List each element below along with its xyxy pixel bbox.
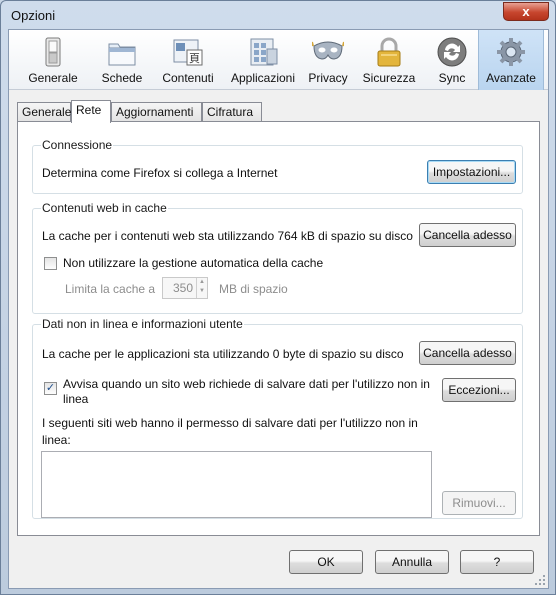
- button-label: Impostazioni...: [432, 165, 511, 179]
- group-title: Connessione: [41, 138, 114, 152]
- sync-icon: [437, 37, 467, 67]
- resize-grip-icon[interactable]: [534, 574, 546, 586]
- group-title: Contenuti web in cache: [41, 201, 168, 215]
- toolbar-label: Applicazioni: [230, 71, 296, 85]
- offline-cache-usage: La cache per le applicazioni sta utilizz…: [42, 347, 404, 361]
- close-icon: x: [522, 4, 530, 19]
- clear-offline-cache-button[interactable]: Cancella adesso: [419, 341, 516, 365]
- notify-offline-label-line2[interactable]: linea: [63, 392, 88, 406]
- connection-group: Connessione Determina come Firefox si co…: [32, 138, 523, 194]
- notify-offline-checkbox[interactable]: ✓: [44, 382, 57, 395]
- tab-cifratura[interactable]: Cifratura: [202, 102, 262, 122]
- applications-icon: [250, 38, 278, 66]
- connection-description: Determina come Firefox si collega a Inte…: [42, 166, 278, 180]
- allowed-sites-label-line1: I seguenti siti web hanno il permesso di…: [42, 416, 418, 430]
- dialog-body: Generale Schede 頁 Contenuti Applicazioni…: [8, 29, 549, 589]
- checkmark-icon: ✓: [45, 382, 56, 394]
- toolbar-item-privacy[interactable]: Privacy: [302, 30, 354, 90]
- remove-button: Rimuovi...: [442, 491, 516, 515]
- window-title: Opzioni: [11, 8, 56, 23]
- cache-limit-unit: MB di spazio: [219, 282, 288, 296]
- button-label: OK: [317, 555, 335, 569]
- mask-icon: [312, 41, 344, 60]
- button-label: Cancella adesso: [423, 228, 512, 242]
- override-cache-label[interactable]: Non utilizzare la gestione automatica de…: [63, 256, 323, 270]
- gear-icon: [497, 38, 525, 66]
- toolbar-label: Generale: [28, 71, 78, 85]
- close-button[interactable]: x: [503, 2, 549, 21]
- toolbar-item-sync[interactable]: Sync: [427, 30, 477, 90]
- tab-panel-rete: Connessione Determina come Firefox si co…: [17, 121, 540, 536]
- settings-button[interactable]: Impostazioni...: [427, 160, 516, 184]
- allowed-sites-list[interactable]: [41, 451, 432, 518]
- offline-data-group: Dati non in linea e informazioni utente …: [32, 317, 523, 519]
- toolbar-label: Schede: [101, 71, 143, 85]
- spinner-arrows-icon[interactable]: ▲ ▼: [196, 278, 207, 298]
- clear-web-cache-button[interactable]: Cancella adesso: [419, 223, 516, 247]
- override-cache-checkbox[interactable]: [44, 257, 57, 270]
- toolbar-item-applicazioni[interactable]: Applicazioni: [221, 30, 305, 90]
- button-label: ?: [493, 555, 501, 569]
- group-title: Dati non in linea e informazioni utente: [41, 317, 244, 331]
- ok-button[interactable]: OK: [289, 550, 363, 574]
- cache-limit-spinner[interactable]: 350 ▲ ▼: [162, 277, 208, 299]
- toolbar-item-generale[interactable]: Generale: [17, 30, 89, 90]
- button-label: Annulla: [391, 555, 433, 569]
- toolbar-item-schede[interactable]: Schede: [89, 30, 155, 90]
- web-cache-group: Contenuti web in cache La cache per i co…: [32, 201, 523, 314]
- toolbar-label: Avanzate: [486, 71, 536, 85]
- tab-rete[interactable]: Rete: [71, 100, 111, 123]
- cache-limit-value: 350: [172, 281, 193, 295]
- button-label: Cancella adesso: [423, 346, 512, 360]
- lock-icon: [377, 37, 401, 67]
- toolbar-item-sicurezza[interactable]: Sicurezza: [356, 30, 422, 90]
- notify-offline-label-line1[interactable]: Avvisa quando un sito web richiede di sa…: [63, 377, 430, 391]
- allowed-sites-label-line2: linea:: [42, 433, 71, 447]
- web-cache-usage: La cache per i contenuti web sta utilizz…: [42, 229, 413, 243]
- title-bar[interactable]: Opzioni x: [1, 1, 555, 29]
- toolbar-label: Privacy: [308, 71, 348, 85]
- content-icon: 頁: [173, 39, 203, 66]
- preferences-toolbar: Generale Schede 頁 Contenuti Applicazioni…: [9, 30, 548, 90]
- toolbar-label: Sync: [438, 71, 466, 85]
- svg-text:頁: 頁: [189, 52, 200, 65]
- toolbar-item-contenuti[interactable]: 頁 Contenuti: [148, 30, 228, 90]
- cache-limit-label: Limita la cache a: [65, 282, 156, 296]
- cancel-button[interactable]: Annulla: [375, 550, 449, 574]
- tabs-icon: [108, 43, 136, 66]
- toolbar-label: Sicurezza: [362, 71, 416, 85]
- toolbar-item-avanzate[interactable]: Avanzate: [478, 30, 544, 90]
- button-label: Rimuovi...: [452, 496, 506, 510]
- help-button[interactable]: ?: [460, 550, 534, 574]
- options-window: Opzioni x Generale Schede 頁 Contenuti Ap…: [0, 0, 556, 595]
- button-label: Eccezioni...: [448, 383, 510, 397]
- switch-icon: [45, 37, 61, 67]
- exceptions-button[interactable]: Eccezioni...: [442, 378, 516, 402]
- tab-generale[interactable]: Generale: [17, 102, 71, 122]
- toolbar-label: Contenuti: [162, 71, 214, 85]
- tab-aggiornamenti[interactable]: Aggiornamenti: [111, 102, 202, 122]
